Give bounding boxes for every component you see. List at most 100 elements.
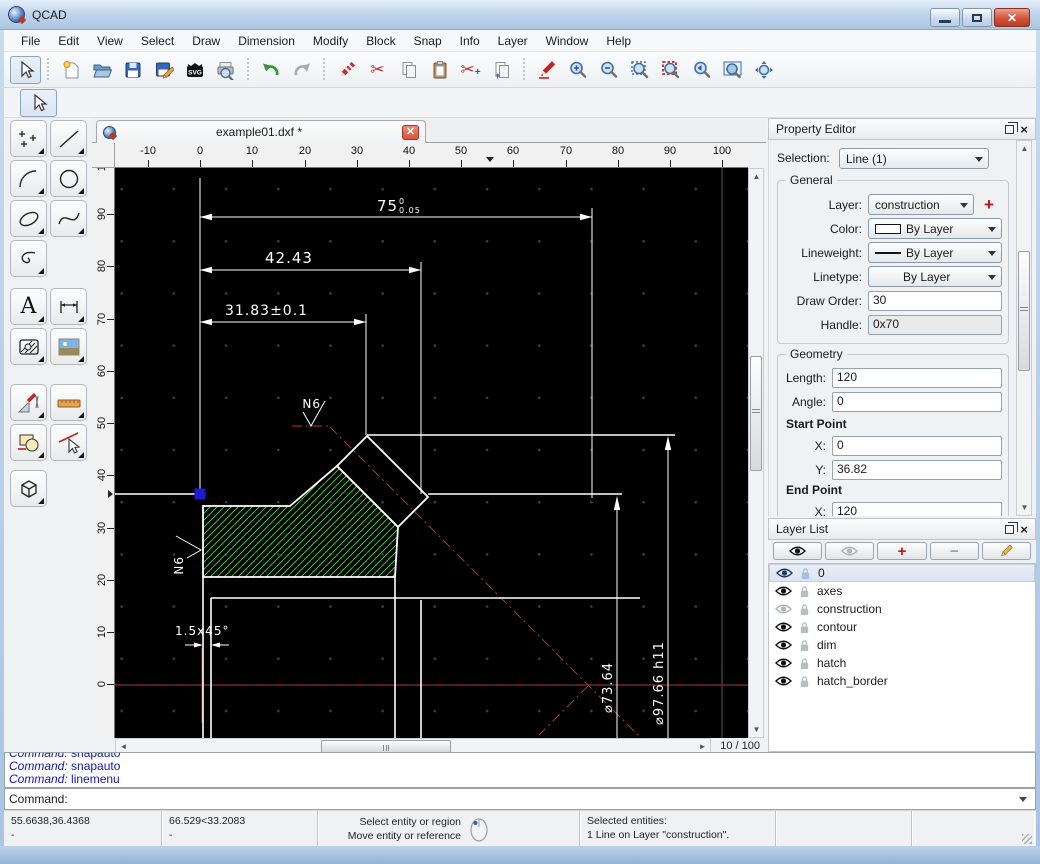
- image-tools-button[interactable]: [50, 328, 87, 365]
- menu-info[interactable]: Info: [451, 31, 489, 51]
- layer-hidden-icon[interactable]: [775, 603, 792, 615]
- edit-pencil-button[interactable]: [531, 56, 562, 84]
- selection-tools-button[interactable]: [50, 424, 87, 461]
- modify-tools-button[interactable]: [10, 424, 47, 461]
- menu-select[interactable]: Select: [132, 31, 183, 51]
- zoom-auto-button[interactable]: [624, 56, 655, 84]
- show-all-layers-button[interactable]: [773, 542, 822, 560]
- angle-input[interactable]: 0: [832, 392, 1002, 412]
- tab-close-button[interactable]: ✕: [402, 125, 419, 140]
- hatch-area[interactable]: [203, 466, 398, 577]
- layer-list-titlebar[interactable]: Layer List ×: [768, 518, 1036, 540]
- layer-visible-icon[interactable]: [775, 639, 792, 651]
- measure-tools-button[interactable]: [50, 384, 87, 421]
- edit-layer-button[interactable]: [982, 542, 1031, 560]
- layer-row-0[interactable]: 0: [769, 564, 1035, 582]
- command-input[interactable]: Command:: [4, 788, 1036, 810]
- layer-lock-icon[interactable]: [799, 585, 810, 598]
- property-editor-scrollbar[interactable]: ▲ ▼: [1016, 140, 1032, 516]
- layer-visible-icon[interactable]: [775, 585, 792, 597]
- layer-lock-icon[interactable]: [800, 567, 811, 580]
- save-button[interactable]: [117, 56, 148, 84]
- zoom-selection-button[interactable]: [655, 56, 686, 84]
- menu-view[interactable]: View: [88, 31, 132, 51]
- selection-combobox[interactable]: Line (1): [839, 148, 989, 169]
- copy-with-reference-button[interactable]: +: [486, 56, 517, 84]
- layer-row-hatch-border[interactable]: hatch_border: [769, 672, 1035, 690]
- float-panel-icon[interactable]: [1005, 125, 1014, 134]
- close-panel-icon[interactable]: ×: [1020, 123, 1028, 136]
- layer-lock-icon[interactable]: [799, 621, 810, 634]
- layer-row-contour[interactable]: contour: [769, 618, 1035, 636]
- part-contour[interactable]: [115, 435, 675, 738]
- redo-button[interactable]: [286, 56, 317, 84]
- zoom-pan-button[interactable]: [748, 56, 779, 84]
- draw-order-input[interactable]: 30: [868, 291, 1002, 311]
- menu-layer[interactable]: Layer: [489, 31, 537, 51]
- scroll-up-icon[interactable]: ▲: [1017, 141, 1032, 156]
- menu-file[interactable]: File: [12, 31, 49, 51]
- maximize-button[interactable]: [962, 8, 992, 27]
- cut-button[interactable]: ✂: [362, 56, 393, 84]
- polyline-tools-button[interactable]: [10, 240, 47, 277]
- command-history[interactable]: Command: snapauto Command: snapauto Comm…: [4, 752, 1036, 788]
- zoom-window-button[interactable]: [717, 56, 748, 84]
- menu-dimension[interactable]: Dimension: [229, 31, 304, 51]
- end-x-input[interactable]: 120: [832, 502, 1002, 516]
- copy-button[interactable]: [393, 56, 424, 84]
- dimension-tools-button[interactable]: [50, 288, 87, 325]
- pe-scroll-thumb[interactable]: [1018, 251, 1030, 371]
- layer-visible-icon[interactable]: [775, 621, 792, 633]
- cut-with-reference-button[interactable]: ✂+: [455, 56, 486, 84]
- ellipse-tools-button[interactable]: [10, 200, 47, 237]
- scroll-down-icon[interactable]: ▼: [1017, 500, 1032, 515]
- spline-tools-button[interactable]: [50, 200, 87, 237]
- menu-modify[interactable]: Modify: [304, 31, 357, 51]
- add-layer-button[interactable]: +: [877, 542, 926, 560]
- layer-lock-icon[interactable]: [799, 603, 810, 616]
- scroll-down-icon[interactable]: ▼: [749, 722, 764, 737]
- line-tools-button[interactable]: [50, 120, 87, 157]
- new-file-button[interactable]: [55, 56, 86, 84]
- layer-visible-icon[interactable]: [776, 567, 793, 579]
- vscroll-thumb[interactable]: [750, 356, 762, 471]
- property-editor-titlebar[interactable]: Property Editor ×: [768, 118, 1036, 140]
- arc-tools-button[interactable]: [10, 160, 47, 197]
- layer-lock-icon[interactable]: [799, 657, 810, 670]
- layer-visible-icon[interactable]: [775, 657, 792, 669]
- linetype-combobox[interactable]: By Layer: [868, 266, 1002, 287]
- point-tools-button[interactable]: [10, 120, 47, 157]
- dimension-lines[interactable]: [185, 178, 668, 738]
- window-titlebar[interactable]: QCAD ✕: [0, 0, 1040, 30]
- zoom-in-button[interactable]: [562, 56, 593, 84]
- layer-lock-icon[interactable]: [799, 639, 810, 652]
- menu-snap[interactable]: Snap: [405, 31, 451, 51]
- length-input[interactable]: 120: [832, 368, 1002, 388]
- print-preview-button[interactable]: [210, 56, 241, 84]
- start-y-input[interactable]: 36.82: [832, 460, 1002, 480]
- remove-layer-button[interactable]: −: [930, 542, 979, 560]
- selection-handle[interactable]: [195, 489, 206, 500]
- close-panel-icon[interactable]: ×: [1020, 523, 1028, 536]
- resize-grip[interactable]: [1022, 834, 1032, 844]
- selection-tool-button[interactable]: [10, 56, 41, 84]
- menu-window[interactable]: Window: [537, 31, 598, 51]
- undo-button[interactable]: [255, 56, 286, 84]
- drawing-canvas[interactable]: 75 0 0.05 42.43 31.83±0.1 1.5x45° ⌀73.64…: [115, 168, 748, 738]
- layer-row-hatch[interactable]: hatch: [769, 654, 1035, 672]
- lineweight-combobox[interactable]: By Layer: [868, 242, 1002, 263]
- start-x-input[interactable]: 0: [832, 436, 1002, 456]
- layer-visible-icon[interactable]: [775, 675, 792, 687]
- paste-button[interactable]: [424, 56, 455, 84]
- circle-tools-button[interactable]: [50, 160, 87, 197]
- delete-button[interactable]: [331, 56, 362, 84]
- minimize-button[interactable]: [930, 8, 960, 27]
- layer-row-construction[interactable]: construction: [769, 600, 1035, 618]
- menu-draw[interactable]: Draw: [183, 31, 229, 51]
- float-panel-icon[interactable]: [1005, 525, 1014, 534]
- layer-row-dim[interactable]: dim: [769, 636, 1035, 654]
- menu-edit[interactable]: Edit: [49, 31, 88, 51]
- layer-row-axes[interactable]: axes: [769, 582, 1035, 600]
- layer-lock-icon[interactable]: [799, 675, 810, 688]
- hide-all-layers-button[interactable]: [825, 542, 874, 560]
